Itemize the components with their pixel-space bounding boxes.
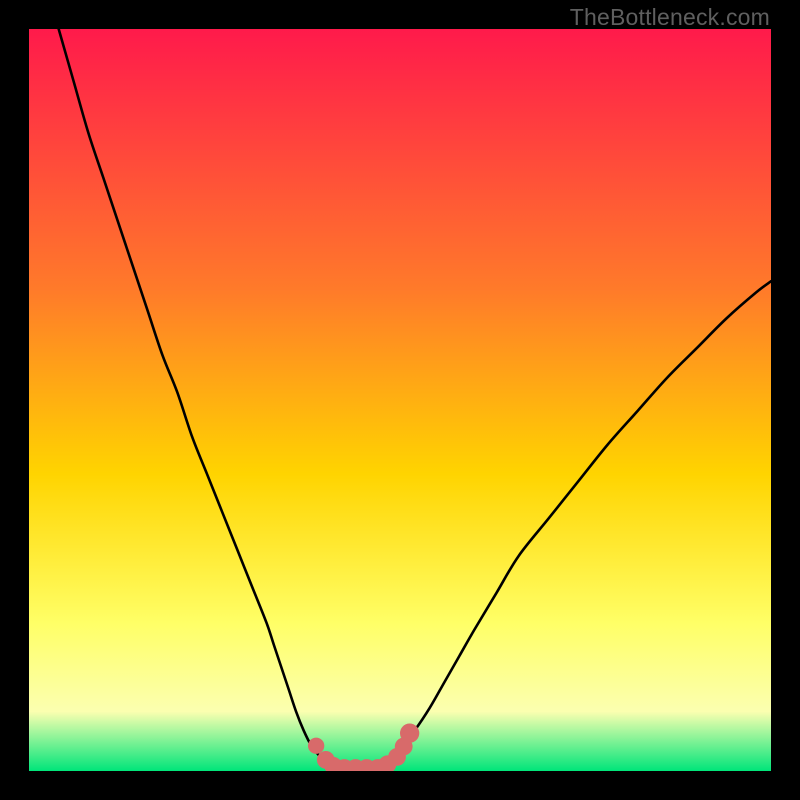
gradient-background xyxy=(29,29,771,771)
chart-frame: TheBottleneck.com xyxy=(0,0,800,800)
watermark-text: TheBottleneck.com xyxy=(570,4,770,31)
chart-svg xyxy=(29,29,771,771)
marker-dot xyxy=(308,738,324,754)
plot-area xyxy=(29,29,771,771)
marker-dot xyxy=(400,724,419,743)
